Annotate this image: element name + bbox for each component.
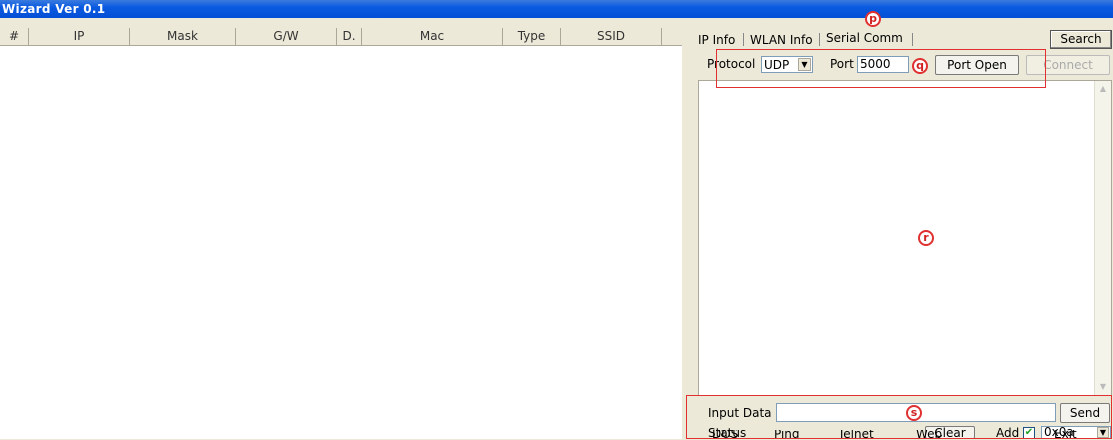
column-header-gw[interactable]: G/W: [236, 28, 337, 45]
tab-serial-comm[interactable]: Serial Comm: [826, 30, 903, 46]
received-data-area[interactable]: ▲ ▼: [698, 80, 1112, 396]
annotation-marker-r: r: [918, 230, 934, 246]
window-title: Wizard Ver 0.1: [2, 2, 106, 16]
column-header-d[interactable]: D.: [337, 28, 362, 45]
tab-divider: [743, 33, 744, 46]
column-header-index[interactable]: #: [0, 28, 29, 45]
tab-ip-info[interactable]: IP Info: [698, 32, 735, 48]
tab-wlan-info[interactable]: WLAN Info: [750, 32, 813, 48]
column-header-mac[interactable]: Mac: [362, 28, 503, 45]
column-header-ip[interactable]: IP: [29, 28, 130, 45]
tab-divider: [819, 33, 820, 46]
annotation-box-q: [716, 49, 1046, 88]
scroll-down-icon[interactable]: ▼: [1095, 379, 1111, 395]
column-header-mask[interactable]: Mask: [130, 28, 236, 45]
title-bar: Wizard Ver 0.1: [0, 0, 1113, 18]
column-header-type[interactable]: Type: [503, 28, 561, 45]
scroll-up-icon[interactable]: ▲: [1095, 81, 1111, 97]
annotation-marker-q: q: [912, 58, 928, 74]
annotation-marker-s: s: [906, 405, 922, 421]
annotation-marker-p: p: [865, 11, 881, 27]
vertical-scrollbar[interactable]: ▲ ▼: [1094, 81, 1111, 395]
device-list-header: # IP Mask G/W D. Mac Type SSID: [0, 28, 682, 46]
column-header-ssid[interactable]: SSID: [561, 28, 662, 45]
device-list[interactable]: [0, 46, 682, 439]
annotation-box-s: [686, 395, 1112, 439]
search-button[interactable]: Search: [1050, 30, 1112, 49]
tab-divider: [912, 33, 913, 46]
